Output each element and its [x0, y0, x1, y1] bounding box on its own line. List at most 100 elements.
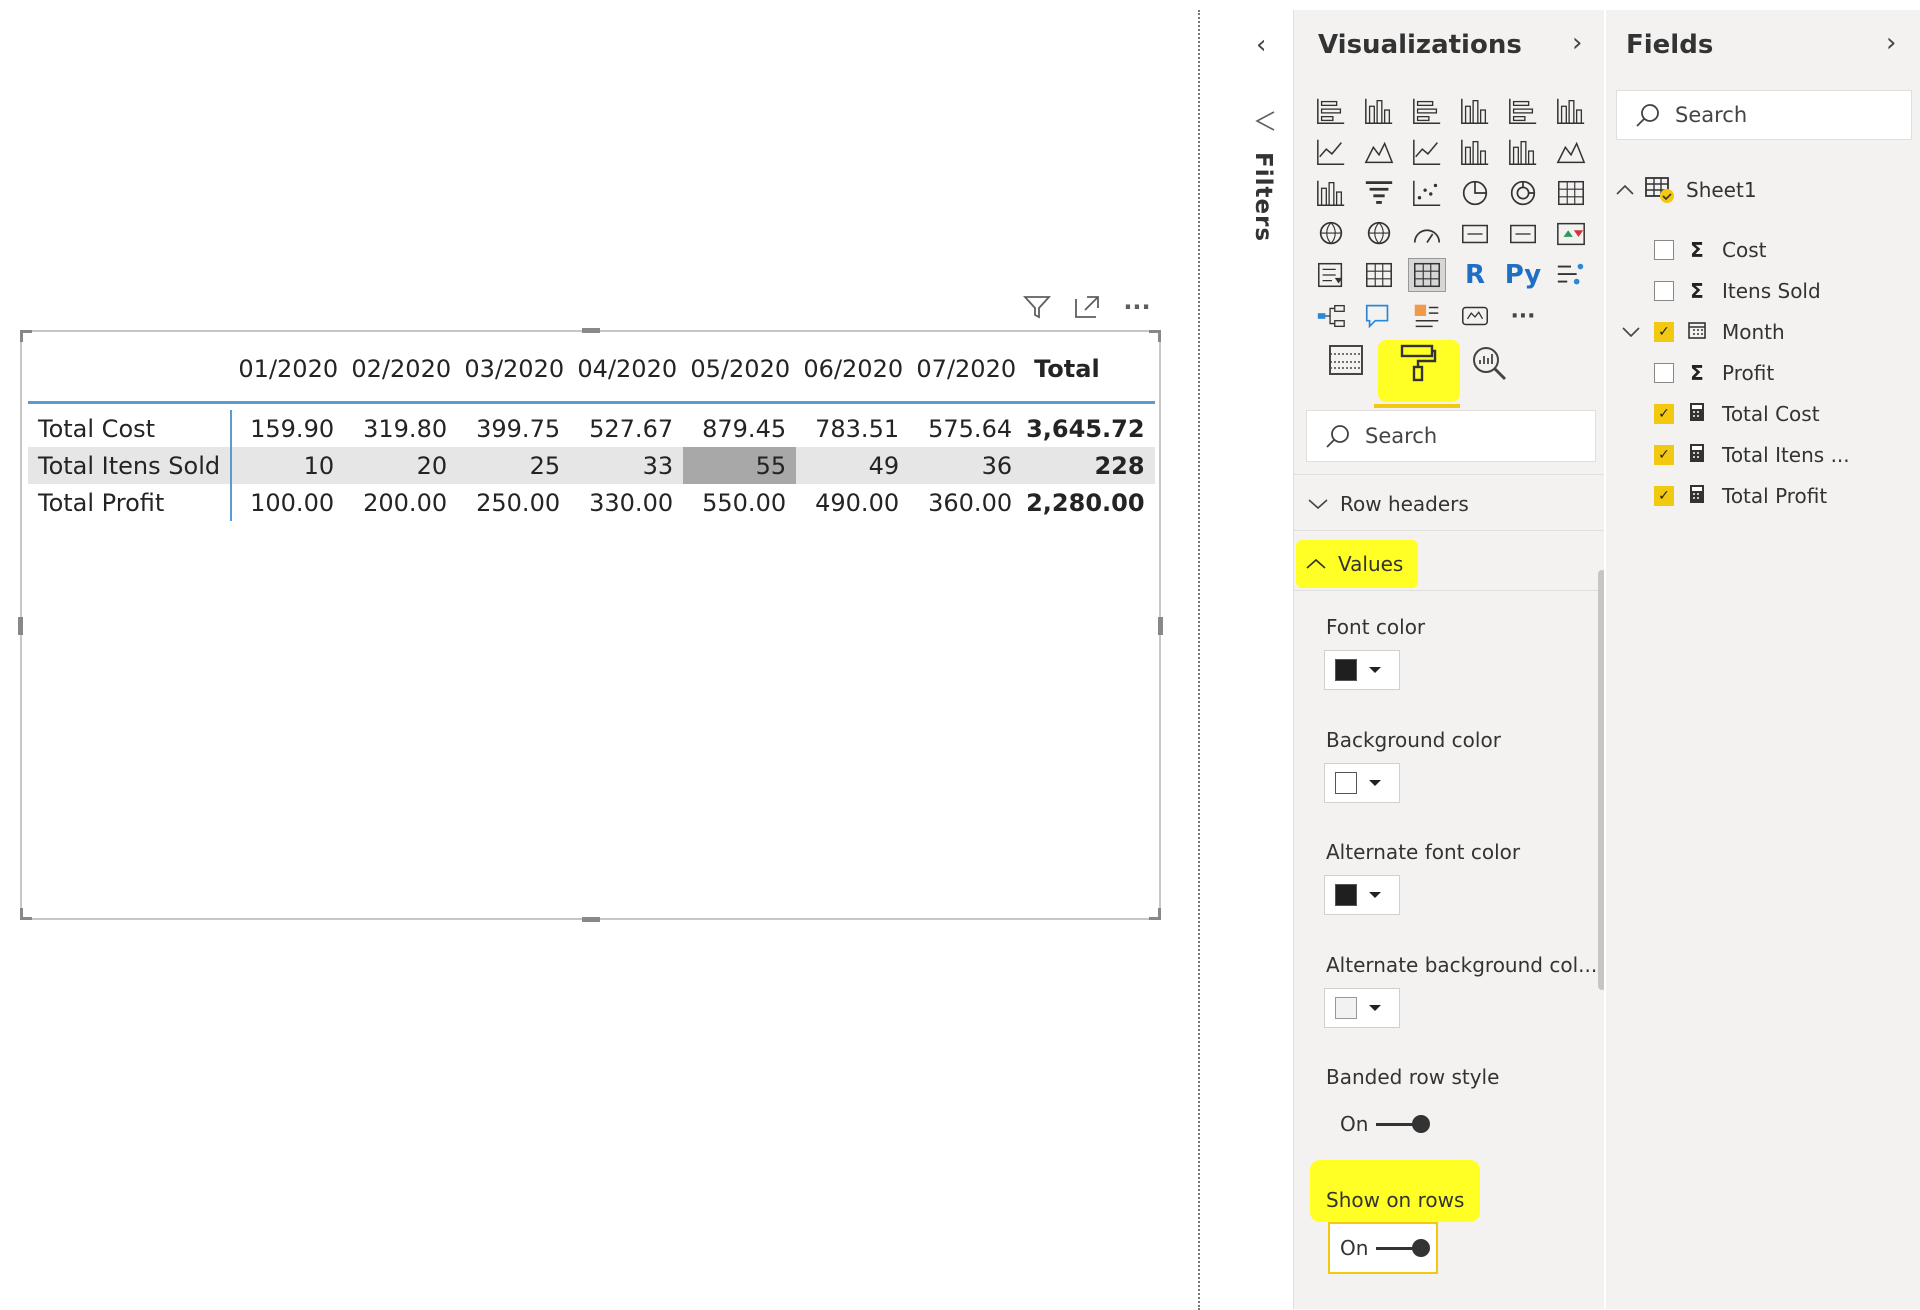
filters-label[interactable]: Filters — [1250, 152, 1276, 242]
visualizations-search-input[interactable]: Search — [1306, 410, 1596, 462]
pie-chart-icon[interactable] — [1456, 176, 1494, 210]
table-cell[interactable]: 49 — [796, 447, 910, 484]
font-color-picker[interactable] — [1324, 650, 1400, 690]
line-and-clustered-column-chart-icon[interactable] — [1504, 135, 1542, 169]
resize-handle[interactable] — [20, 908, 23, 920]
field-checkbox[interactable] — [1654, 240, 1674, 260]
map-icon[interactable] — [1312, 217, 1350, 251]
column-header[interactable]: 05/2020 — [683, 338, 797, 404]
table-cell[interactable]: 399.75 — [457, 410, 570, 447]
resize-handle[interactable] — [20, 330, 23, 342]
collapse-filters-icon[interactable]: ‹ — [1256, 30, 1266, 60]
column-header[interactable]: 03/2020 — [457, 338, 571, 404]
table-cell[interactable]: 250.00 — [457, 484, 570, 521]
funnel-chart-icon[interactable] — [1360, 176, 1398, 210]
row-headers-section[interactable]: Row headers — [1306, 486, 1469, 522]
resize-handle[interactable] — [18, 617, 23, 635]
table-cell[interactable]: 319.80 — [344, 410, 457, 447]
decomposition-tree-icon[interactable] — [1312, 299, 1350, 333]
table-cell[interactable]: 783.51 — [796, 410, 909, 447]
100-stacked-column-chart-icon[interactable] — [1552, 94, 1590, 128]
total-column-header[interactable]: Total — [1022, 338, 1155, 404]
column-header[interactable]: 04/2020 — [570, 338, 684, 404]
resize-handle[interactable] — [1158, 908, 1161, 920]
field-checkbox[interactable] — [1654, 281, 1674, 301]
table-row[interactable]: Total Itens Sold 10 20 25 33 55 49 36 22… — [28, 447, 1155, 484]
field-checkbox[interactable] — [1654, 363, 1674, 383]
field-item[interactable]: ✓ Total Itens ... — [1654, 440, 1850, 470]
table-visual-icon[interactable] — [1360, 258, 1398, 292]
fields-search-input[interactable]: Search — [1616, 90, 1912, 140]
filters-pane[interactable]: ‹ Filters — [1238, 10, 1294, 1309]
table-cell[interactable]: 36 — [909, 447, 1023, 484]
table-cell[interactable]: 25 — [457, 447, 571, 484]
table-cell[interactable]: 490.00 — [796, 484, 909, 521]
expand-visualizations-icon[interactable]: › — [1572, 28, 1582, 58]
table-cell[interactable]: 200.00 — [344, 484, 457, 521]
ribbon-chart-icon[interactable] — [1552, 135, 1590, 169]
resize-handle[interactable] — [1158, 330, 1161, 342]
100-stacked-bar-chart-icon[interactable] — [1504, 94, 1542, 128]
field-item[interactable]: Σ Itens Sold — [1654, 276, 1821, 306]
python-visual-icon[interactable]: Py — [1504, 258, 1542, 292]
selected-table-cell[interactable]: 55 — [683, 447, 797, 484]
table-cell[interactable]: 159.90 — [231, 410, 344, 447]
field-checkbox[interactable]: ✓ — [1654, 445, 1674, 465]
table-cell[interactable]: 879.45 — [683, 410, 796, 447]
field-checkbox[interactable]: ✓ — [1654, 322, 1674, 342]
analytics-tab-icon[interactable] — [1470, 344, 1508, 386]
card-icon[interactable] — [1456, 217, 1494, 251]
column-header[interactable]: 07/2020 — [909, 338, 1023, 404]
field-item[interactable]: ✓ Total Cost — [1654, 399, 1820, 429]
multi-row-card-icon[interactable] — [1504, 217, 1542, 251]
field-item[interactable]: ✓ Total Profit — [1654, 481, 1827, 511]
qa-icon[interactable] — [1360, 299, 1398, 333]
table-cell[interactable]: 330.00 — [570, 484, 683, 521]
stacked-area-chart-icon[interactable] — [1408, 135, 1446, 169]
waterfall-chart-icon[interactable] — [1312, 176, 1350, 210]
smart-narrative-icon[interactable] — [1408, 299, 1446, 333]
column-header[interactable]: 01/2020 — [231, 338, 345, 404]
table-cell[interactable]: 527.67 — [570, 410, 683, 447]
more-visuals-icon[interactable]: ··· — [1504, 299, 1542, 333]
resize-handle[interactable] — [582, 917, 600, 922]
table-cell[interactable]: 360.00 — [909, 484, 1022, 521]
more-options-icon[interactable]: ··· — [1120, 292, 1154, 322]
paint-roller-icon[interactable] — [1398, 342, 1438, 388]
filter-icon[interactable] — [1020, 292, 1054, 322]
field-item[interactable]: Σ Cost — [1654, 235, 1766, 265]
field-item[interactable]: Σ Profit — [1654, 358, 1774, 388]
chevron-down-icon[interactable] — [1620, 320, 1642, 344]
focus-mode-icon[interactable] — [1070, 292, 1104, 322]
field-checkbox[interactable]: ✓ — [1654, 486, 1674, 506]
table-cell[interactable]: 100.00 — [231, 484, 344, 521]
scatter-chart-icon[interactable] — [1408, 176, 1446, 210]
filled-map-icon[interactable] — [1360, 217, 1398, 251]
row-total-cell[interactable]: 2,280.00 — [1022, 484, 1154, 521]
treemap-icon[interactable] — [1552, 176, 1590, 210]
clustered-column-chart-icon[interactable] — [1456, 94, 1494, 128]
row-header[interactable]: Total Profit — [28, 484, 233, 521]
table-row[interactable]: Total Profit 100.00 200.00 250.00 330.00… — [28, 484, 1155, 521]
table-cell[interactable]: 33 — [570, 447, 684, 484]
table-node-sheet1[interactable]: Sheet1 — [1614, 175, 1757, 205]
paginated-report-icon[interactable] — [1456, 299, 1494, 333]
gauge-icon[interactable] — [1408, 217, 1446, 251]
row-total-cell[interactable]: 3,645.72 — [1022, 410, 1154, 447]
banded-row-style-toggle[interactable]: On — [1340, 1112, 1431, 1136]
key-influencers-icon[interactable] — [1552, 258, 1590, 292]
column-header[interactable]: 02/2020 — [344, 338, 458, 404]
table-cell[interactable]: 550.00 — [683, 484, 796, 521]
values-section[interactable]: Values — [1304, 546, 1403, 582]
field-checkbox[interactable]: ✓ — [1654, 404, 1674, 424]
stacked-bar-chart-icon[interactable] — [1312, 94, 1350, 128]
expand-fields-icon[interactable]: › — [1886, 28, 1896, 58]
table-row[interactable]: Total Cost 159.90 319.80 399.75 527.67 8… — [28, 410, 1155, 447]
resize-handle[interactable] — [1158, 617, 1163, 635]
alternate-font-color-picker[interactable] — [1324, 875, 1400, 915]
show-on-rows-toggle[interactable]: On — [1340, 1236, 1431, 1260]
table-cell[interactable]: 20 — [344, 447, 458, 484]
row-total-cell[interactable]: 228 — [1022, 447, 1155, 484]
field-item[interactable]: ✓ Month — [1620, 317, 1785, 347]
table-cell[interactable]: 575.64 — [909, 410, 1022, 447]
